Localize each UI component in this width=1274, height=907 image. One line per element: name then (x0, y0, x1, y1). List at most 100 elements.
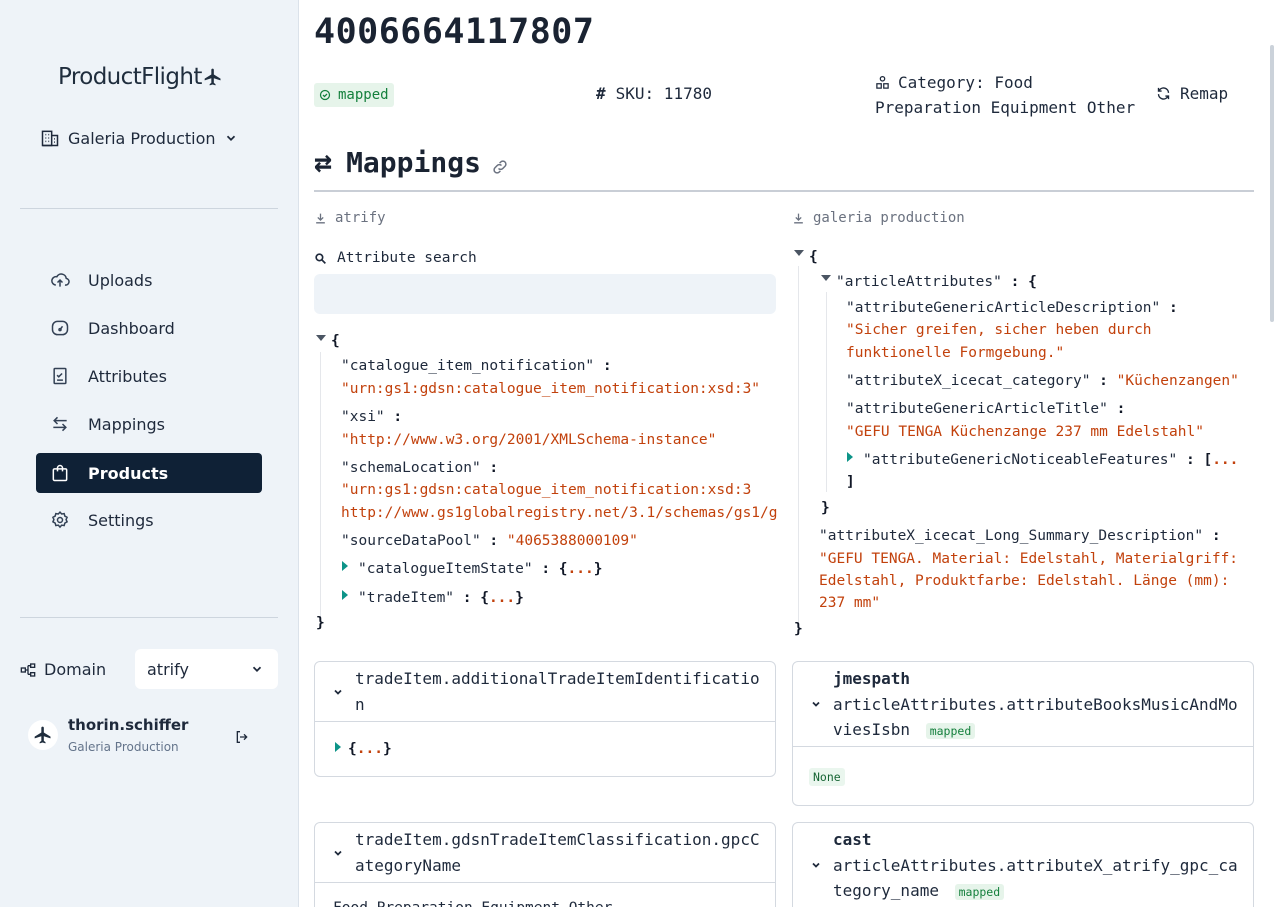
category-line-1: Category: Food (898, 73, 1033, 92)
source-name: atrify (335, 210, 386, 226)
collapse-toggle[interactable] (821, 275, 831, 281)
search-icon (315, 252, 326, 264)
plane-icon (204, 68, 221, 86)
domain-value: atrify (147, 659, 189, 679)
expand-toggle[interactable] (342, 561, 348, 571)
json-row: "sourceDataPool" : "4065388000109" (341, 533, 638, 549)
hash-icon: # (596, 84, 606, 103)
sidebar-border (298, 0, 299, 907)
json-key: "schemaLocation" (341, 460, 481, 476)
card-header[interactable]: cast articleAttributes.attributeX_atrify… (793, 823, 1253, 907)
sidebar-divider (20, 208, 278, 209)
json-value: funktionelle Formgebung." (846, 345, 1065, 361)
json-brace: } (316, 615, 325, 631)
app-logo[interactable]: ProductFlight (58, 64, 223, 90)
json-brace: } (821, 500, 830, 516)
category-line-2: Preparation Equipment Other (875, 98, 1136, 117)
nav-label: Uploads (88, 270, 153, 290)
collapse-toggle[interactable] (794, 250, 804, 256)
caret-down-icon (821, 275, 831, 281)
organization-selector[interactable]: Galeria Production (40, 128, 238, 148)
json-key: "attributeX_icecat_category" (846, 373, 1091, 389)
shapes-icon (876, 75, 889, 89)
json-value: "Sicher greifen, sicher heben durch (846, 322, 1152, 338)
json-key: "catalogue_item_notification" (341, 358, 595, 374)
checklist-icon (53, 367, 67, 385)
remap-button[interactable]: Remap (1156, 84, 1228, 103)
target-path-line-1: articleAttributes.attributeBooksMusicAnd… (833, 694, 1238, 714)
status-badge: mapped (314, 83, 394, 107)
json-row: "xsi" : (341, 409, 403, 425)
tree-guide (798, 266, 799, 622)
swap-icon: ⇄ (314, 144, 333, 180)
source-path-line-1: tradeItem.gdsnTradeItemClassification.gp… (355, 830, 760, 849)
json-key: "attributeGenericArticleTitle" (846, 401, 1108, 417)
target-path-line-1: articleAttributes.attributeX_atrify_gpc_… (833, 855, 1238, 875)
domain-select[interactable]: atrify (135, 649, 278, 689)
mapped-badge: mapped (954, 884, 1005, 900)
category-info: Category: Food Preparation Equipment Oth… (875, 70, 1135, 120)
source-path-line-1: tradeItem.additionalTradeItemIdentificat… (355, 669, 760, 688)
nav-item-dashboard[interactable]: Dashboard (36, 308, 262, 348)
json-key: "attributeX_icecat_Long_Summary_Descript… (819, 528, 1204, 544)
json-row: "attributeGenericArticleTitle" : (846, 401, 1126, 417)
nav-label: Products (88, 463, 169, 483)
card-header[interactable]: tradeItem.gdsnTradeItemClassification.gp… (315, 823, 775, 883)
expand-toggle[interactable] (342, 590, 348, 600)
json-value: "4065388000109" (506, 533, 638, 549)
json-key: "articleAttributes" (836, 274, 1002, 290)
json-brace: { (809, 249, 818, 265)
nav-label: Dashboard (88, 318, 175, 338)
logout-button[interactable] (234, 729, 250, 749)
json-value: http://www.gs1globalregistry.net/3.1/sch… (341, 505, 777, 521)
json-value: Edelstahl, Produktfarbe: Edelstahl. Läng… (819, 573, 1230, 589)
card-header[interactable]: tradeItem.additionalTradeItemIdentificat… (315, 662, 775, 722)
json-key: "sourceDataPool" (341, 533, 481, 549)
expand-toggle[interactable] (847, 452, 853, 462)
nav-item-attributes[interactable]: Attributes (36, 356, 262, 396)
attribute-search-label: Attribute search (314, 250, 477, 266)
json-row: "schemaLocation" : (341, 460, 499, 476)
user-name: thorin.schiffer (68, 716, 189, 734)
target-path-line-2: tegory_name (833, 881, 939, 900)
nav-label: Attributes (88, 366, 167, 386)
chevron-down-icon (812, 701, 820, 707)
check-circle-icon (319, 89, 331, 101)
json-row: "attributeGenericArticleDescription" : (846, 300, 1178, 316)
chevron-down-icon (226, 135, 235, 141)
nav-item-mappings[interactable]: Mappings (36, 404, 262, 444)
source-name: galeria production (813, 210, 965, 226)
user-organization: Galeria Production (68, 740, 179, 754)
source-label-right: galeria production (792, 210, 965, 226)
json-row: "tradeItem" : {...} (358, 590, 524, 606)
hierarchy-icon (20, 662, 36, 677)
json-row: "attributeX_icecat_category" : "Küchenza… (846, 373, 1239, 389)
arrows-icon (53, 416, 67, 432)
tree-guide (826, 292, 827, 492)
nav-item-uploads[interactable]: Uploads (36, 260, 262, 300)
nav-item-products[interactable]: Products (36, 453, 262, 493)
gauge-icon (51, 320, 69, 336)
tree-guide (320, 352, 321, 620)
attribute-search-input[interactable] (314, 274, 776, 314)
caret-right-icon (335, 742, 341, 752)
mappings-heading: ⇄ Mappings (314, 146, 509, 179)
json-value: "urn:gs1:gdsn:catalogue_item_notificatio… (341, 482, 752, 498)
card-header[interactable]: jmespath articleAttributes.attributeBook… (793, 662, 1253, 747)
json-key: "tradeItem" (358, 590, 455, 606)
domain-label: Domain (20, 660, 106, 679)
value-badge: None (809, 768, 845, 786)
nav-item-settings[interactable]: Settings (36, 500, 262, 540)
domain-label-text: Domain (44, 660, 107, 679)
expand-toggle[interactable] (335, 742, 341, 752)
caret-right-icon (847, 452, 853, 462)
json-key: "attributeGenericNoticeableFeatures" (863, 452, 1178, 468)
download-icon (316, 213, 325, 223)
link-icon[interactable] (491, 158, 509, 176)
target-path-line-2: viesIsbn (833, 720, 911, 739)
avatar[interactable] (28, 720, 58, 750)
collapse-toggle[interactable] (316, 335, 326, 341)
json-row: "attributeGenericNoticeableFeatures" : [… (863, 452, 1239, 468)
sku-info: # SKU: 11780 (596, 84, 712, 103)
scrollbar[interactable] (1270, 45, 1274, 322)
